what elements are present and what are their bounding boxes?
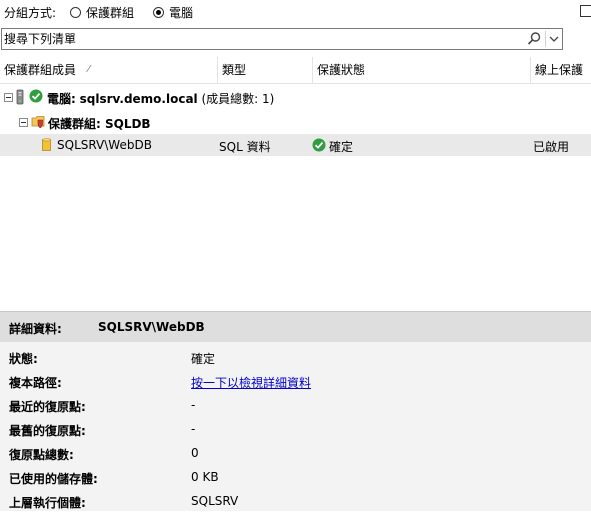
details-pane: 狀態: 確定 複本路徑: 按一下以檢視詳細資料 最近的復原點: - 最舊的復原點… xyxy=(0,342,591,511)
detail-value: - xyxy=(191,422,196,436)
groupby-radio-computer[interactable]: 電腦 xyxy=(153,4,193,21)
detail-key: 已使用的儲存體: xyxy=(9,472,98,486)
detail-value: 0 KB xyxy=(191,470,219,484)
tree-row-datasource[interactable]: SQLSRV\WebDB SQL 資料 確定 已啟用 xyxy=(0,134,591,156)
column-header-member[interactable]: 保護群組成員 ⁄ xyxy=(0,57,218,83)
checkbox[interactable] xyxy=(580,5,591,17)
column-label: 線上保護 xyxy=(535,63,584,77)
collapse-toggle-icon[interactable] xyxy=(4,93,13,102)
detail-row-replica-path: 複本路徑: 按一下以檢視詳細資料 xyxy=(0,372,591,392)
sort-indicator-icon: ⁄ xyxy=(88,64,90,75)
database-icon xyxy=(42,138,51,151)
datasource-type: SQL 資料 xyxy=(219,140,271,154)
radio-unselected-icon[interactable] xyxy=(70,7,81,18)
search-icon[interactable] xyxy=(526,31,542,47)
detail-key: 最舊的復原點: xyxy=(9,424,86,438)
groupby-label: 分組方式: xyxy=(4,6,57,20)
groupby-radio-protection-group[interactable]: 保護群組 xyxy=(70,4,134,21)
tree-row-computer[interactable]: 電腦: sqlsrv.demo.local (成員總數: 1) xyxy=(0,86,591,108)
detail-row-parent-instance: 上層執行個體: SQLSRV xyxy=(0,492,591,512)
detail-value: - xyxy=(191,398,196,412)
column-header-protection-status[interactable]: 保護狀態 xyxy=(313,57,531,83)
detail-value: 0 xyxy=(191,446,199,460)
search-input[interactable] xyxy=(4,30,519,48)
column-header-online-protection[interactable]: 線上保護 xyxy=(531,57,591,83)
detail-value: SQLSRV xyxy=(191,494,239,508)
column-label: 保護狀態 xyxy=(317,63,366,77)
details-header-label: 詳細資料: xyxy=(9,322,62,336)
detail-key: 上層執行個體: xyxy=(9,496,86,510)
radio-label-computer: 電腦 xyxy=(169,6,194,20)
protection-group-icon xyxy=(31,116,45,129)
column-header-type[interactable]: 類型 xyxy=(218,57,313,83)
groupby-bar: 分組方式: 保護群組 電腦 xyxy=(0,0,591,24)
protection-group-label: 保護群組: SQLDB xyxy=(48,117,151,131)
detail-key: 複本路徑: xyxy=(9,376,62,390)
computer-prefix: 電腦: xyxy=(47,92,76,106)
detail-row-recovery-point-count: 復原點總數: 0 xyxy=(0,444,591,464)
replica-path-link[interactable]: 按一下以檢視詳細資料 xyxy=(191,374,311,391)
list-header: 保護群組成員 ⁄ 類型 保護狀態 線上保護 xyxy=(0,57,591,84)
search-box xyxy=(1,28,563,50)
radio-selected-icon[interactable] xyxy=(153,7,164,18)
status-ok-icon xyxy=(312,138,326,152)
detail-key: 狀態: xyxy=(9,352,38,366)
computer-name: sqlsrv.demo.local xyxy=(79,92,198,106)
member-count: (成員總數: 1) xyxy=(201,92,275,106)
detail-row-oldest-recovery-point: 最舊的復原點: - xyxy=(0,420,591,440)
detail-row-status: 狀態: 確定 xyxy=(0,348,591,368)
tree-row-protection-group[interactable]: 保護群組: SQLDB xyxy=(0,111,591,133)
details-header: 詳細資料: SQLSRV\WebDB xyxy=(0,311,591,342)
radio-label-protection-group: 保護群組 xyxy=(86,6,135,20)
detail-value: 確定 xyxy=(191,352,216,366)
computer-icon xyxy=(16,89,24,105)
column-label: 保護群組成員 xyxy=(4,63,77,77)
status-ok-icon xyxy=(29,89,43,103)
dropdown-icon[interactable] xyxy=(545,31,562,47)
computer-label: 電腦: sqlsrv.demo.local (成員總數: 1) xyxy=(47,90,274,107)
datasource-name: SQLSRV\WebDB xyxy=(57,138,152,152)
collapse-toggle-icon[interactable] xyxy=(19,118,28,127)
details-header-value: SQLSRV\WebDB xyxy=(98,320,205,334)
datasource-online-protection: 已啟用 xyxy=(533,140,570,154)
detail-row-latest-recovery-point: 最近的復原點: - xyxy=(0,396,591,416)
detail-key: 最近的復原點: xyxy=(9,400,86,414)
detail-key: 復原點總數: xyxy=(9,448,74,462)
column-label: 類型 xyxy=(222,63,247,77)
datasource-status: 確定 xyxy=(329,140,354,154)
detail-row-storage-used: 已使用的儲存體: 0 KB xyxy=(0,468,591,488)
